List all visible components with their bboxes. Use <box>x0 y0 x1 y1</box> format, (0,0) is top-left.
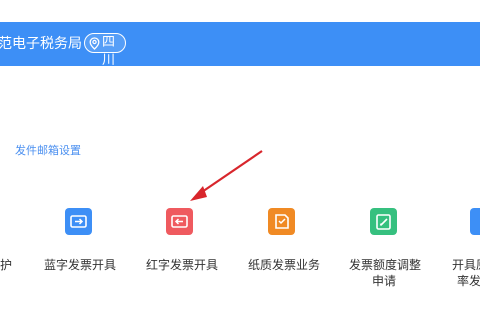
red-arrow-annotation <box>190 150 263 201</box>
